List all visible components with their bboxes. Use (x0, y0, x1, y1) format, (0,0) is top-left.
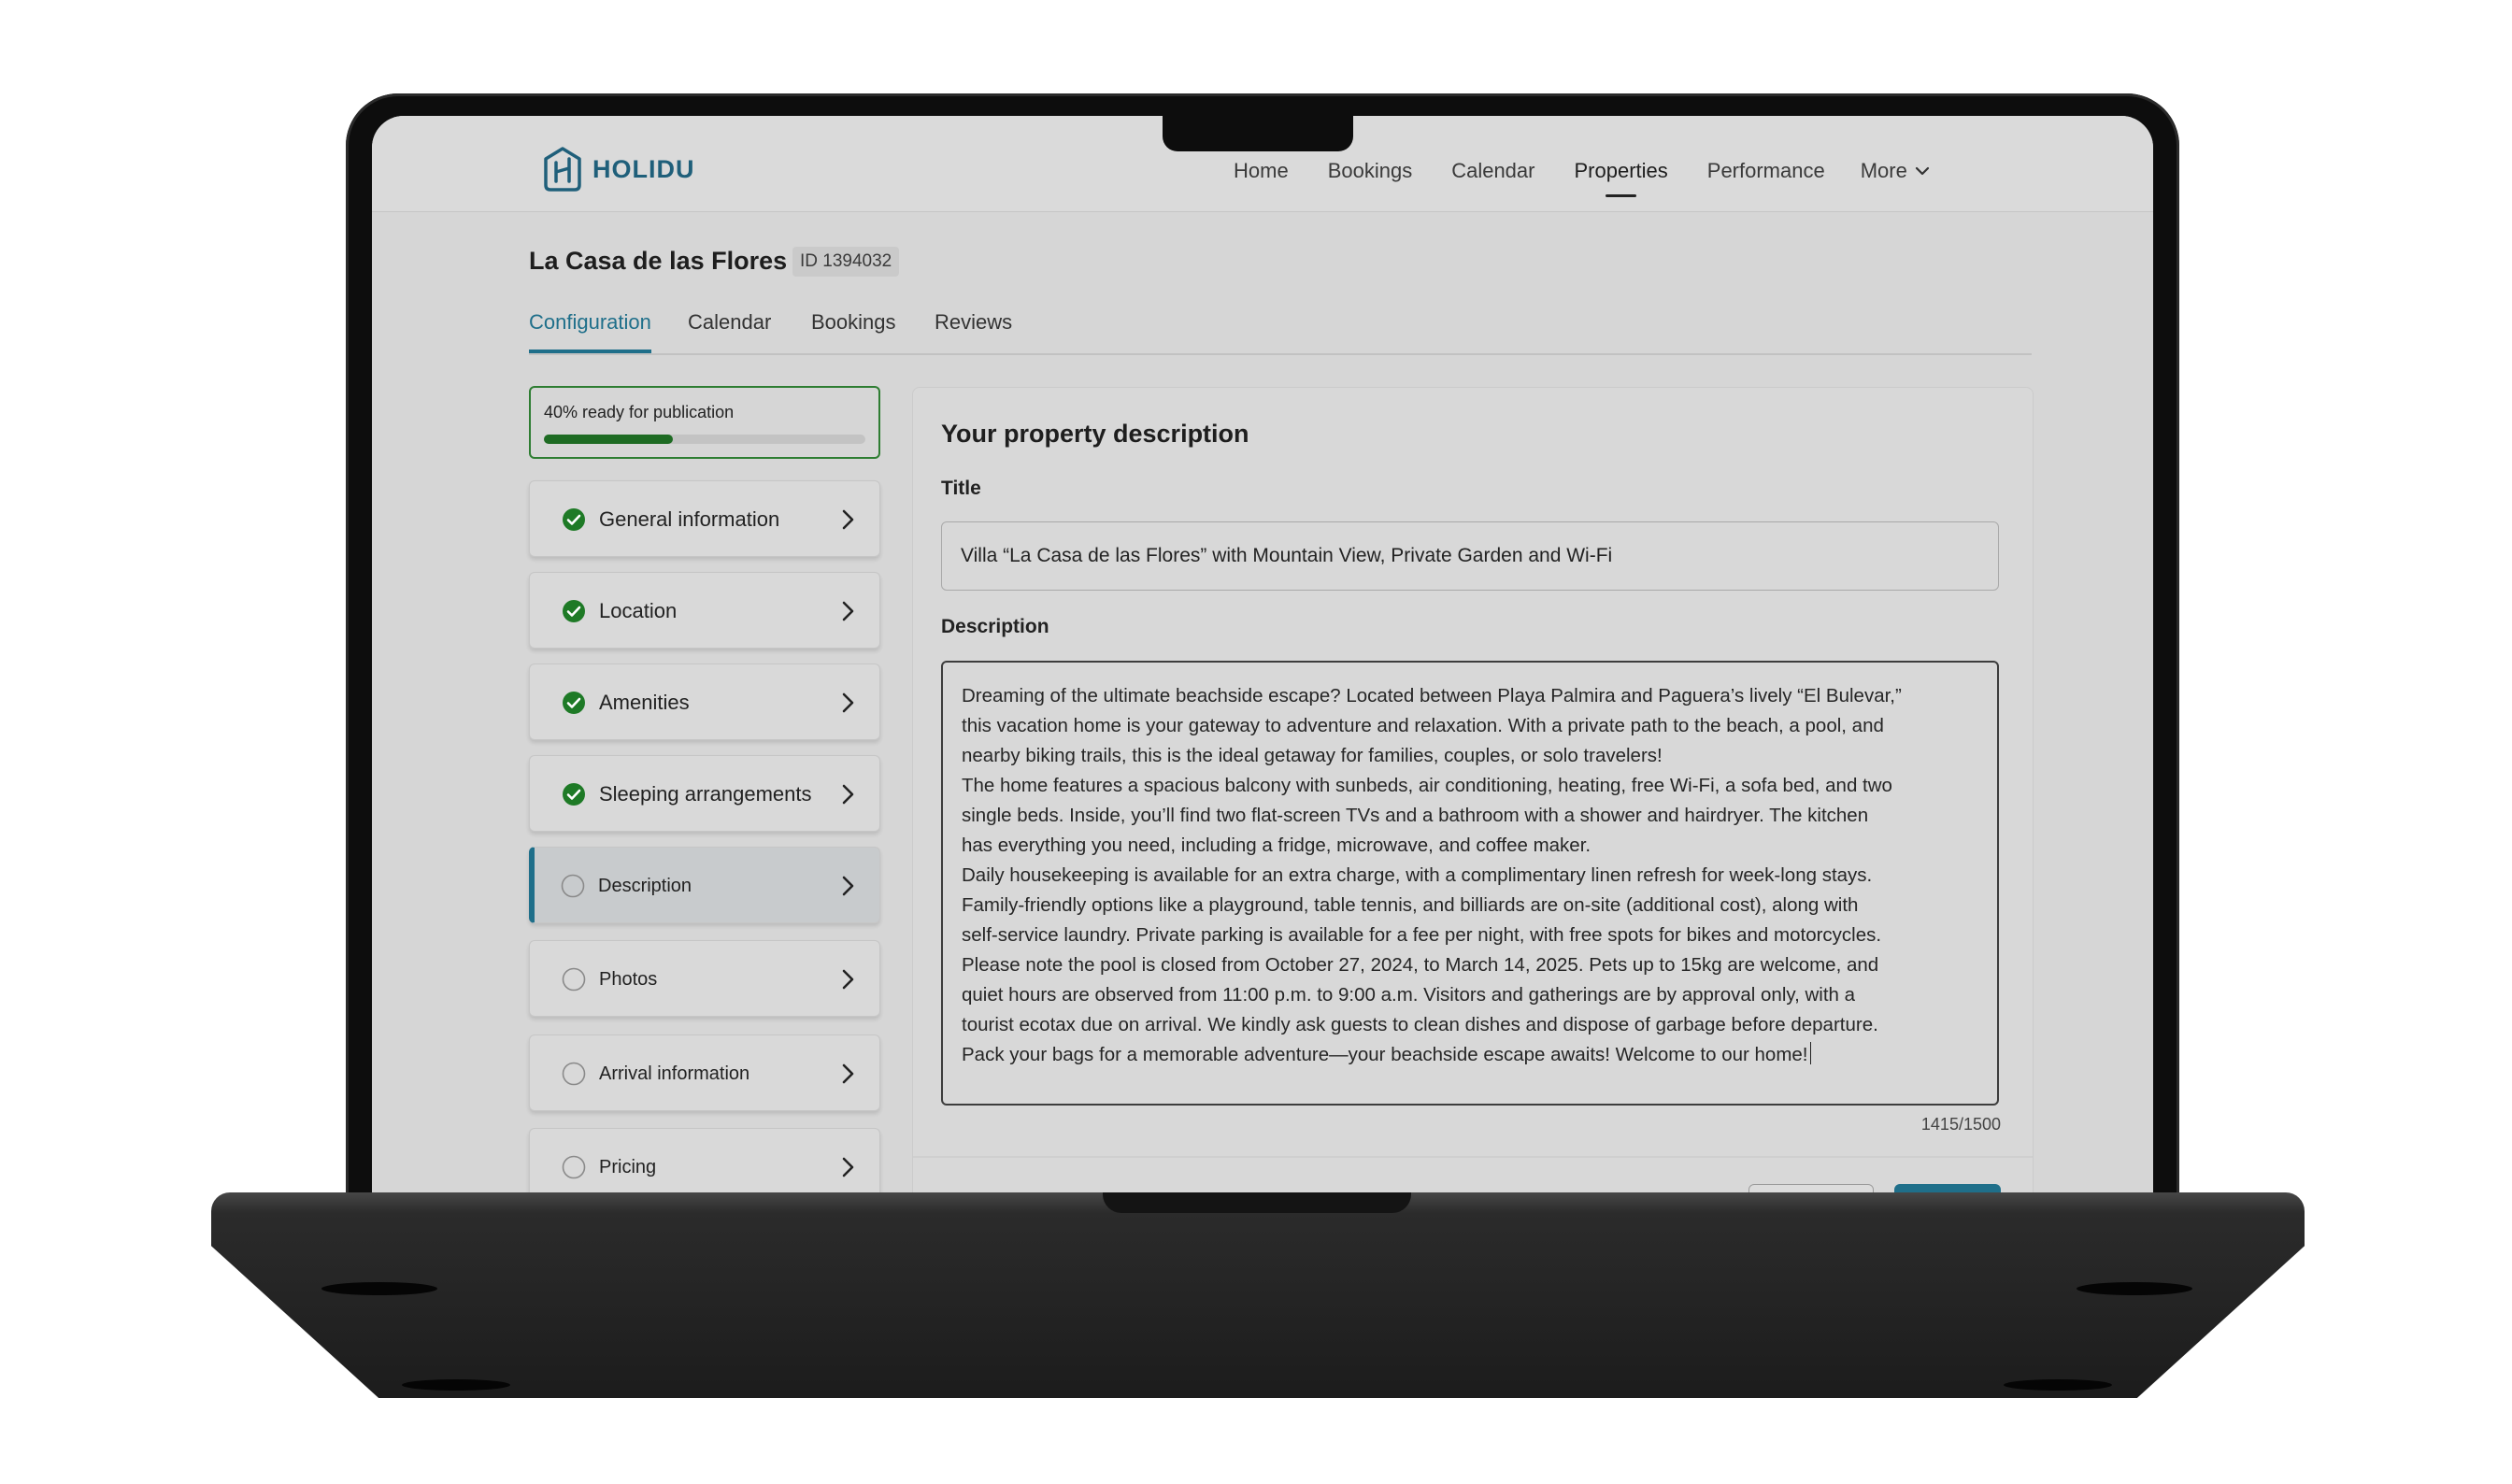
sidebar-item-label: General information (599, 507, 780, 531)
screen: HOLIDU Home Bookings Calendar Properties… (372, 116, 2153, 1206)
sidebar-item-location[interactable]: Location (529, 572, 880, 649)
sidebar-item-label: Description (598, 876, 692, 896)
card-heading: Your property description (941, 420, 1249, 448)
description-last-line: Pack your bags for a memorable adventure… (962, 1040, 1978, 1070)
empty-circle-icon (562, 1062, 586, 1086)
laptop-foot (2077, 1282, 2192, 1295)
chevron-right-icon (842, 1063, 854, 1084)
chevron-down-icon (1915, 166, 1929, 176)
chevron-right-icon (842, 509, 854, 530)
tab-configuration[interactable]: Configuration (529, 310, 651, 353)
description-line: Daily housekeeping is available for an e… (962, 864, 1873, 886)
check-circle-icon (563, 508, 585, 531)
nav-more-label: More (1860, 159, 1907, 182)
brand-name: HOLIDU (592, 154, 695, 183)
sidebar-item-label: Photos (599, 969, 658, 990)
check-circle-icon (563, 600, 585, 622)
description-label: Description (941, 616, 1049, 637)
sidebar-item-amenities[interactable]: Amenities (529, 664, 880, 740)
laptop-base-groove (1103, 1192, 1411, 1213)
sidebar-item-photos[interactable]: Photos (529, 940, 880, 1017)
nav-home[interactable]: Home (1234, 159, 1289, 183)
sidebar-item-label: Arrival information (599, 1063, 750, 1084)
sidebar-item-arrival-information[interactable]: Arrival information (529, 1035, 880, 1111)
description-line: The home features a spacious balcony wit… (962, 775, 1892, 796)
description-line: has everything you need, including a fri… (962, 835, 1591, 856)
empty-circle-icon (561, 874, 585, 898)
description-textarea[interactable]: Dreaming of the ultimate beachside escap… (941, 661, 1999, 1106)
chevron-right-icon (842, 969, 854, 990)
property-title: La Casa de las Flores (529, 247, 788, 275)
publication-progress-card: 40% ready for publication (529, 386, 880, 459)
chevron-right-icon (842, 876, 854, 896)
character-counter: 1415/1500 (1920, 1115, 2001, 1134)
description-line: self-service laundry. Private parking is… (962, 924, 1882, 946)
description-card: Your property description Title Villa “L… (912, 387, 2034, 1206)
laptop-foot (2004, 1379, 2112, 1391)
empty-circle-icon (562, 967, 586, 992)
nav-bookings[interactable]: Bookings (1328, 159, 1413, 183)
empty-circle-icon (562, 1155, 586, 1179)
description-line: Dreaming of the ultimate beachside escap… (962, 685, 1902, 706)
description-line: Please note the pool is closed from Octo… (962, 954, 1879, 976)
laptop-foot (321, 1282, 437, 1295)
card-footer-divider (913, 1156, 2033, 1158)
sidebar-item-description[interactable]: Description (529, 847, 880, 923)
tab-reviews[interactable]: Reviews (935, 310, 1012, 335)
laptop-base (211, 1192, 2305, 1398)
chevron-right-icon (842, 784, 854, 805)
property-id-badge: ID 1394032 (792, 247, 900, 277)
description-line: tourist ecotax due on arrival. We kindly… (962, 1014, 1878, 1035)
description-line: single beds. Inside, you’ll find two fla… (962, 805, 1869, 826)
progress-bar-fill (544, 435, 673, 444)
check-circle-icon (563, 692, 585, 714)
sidebar-item-label: Location (599, 599, 678, 622)
nav-performance[interactable]: Performance (1707, 159, 1825, 183)
sidebar-item-label: Sleeping arrangements (599, 782, 812, 806)
sidebar-item-sleeping-arrangements[interactable]: Sleeping arrangements (529, 755, 880, 832)
house-logo-icon (544, 147, 581, 192)
sidebar-item-general-information[interactable]: General information (529, 480, 880, 557)
progress-label: 40% ready for publication (544, 403, 735, 421)
laptop-foot (402, 1379, 510, 1391)
text-caret (1809, 1042, 1812, 1064)
description-line: this vacation home is your gateway to ad… (962, 715, 1884, 736)
description-line: quiet hours are observed from 11:00 p.m.… (962, 984, 1856, 1006)
description-line: nearby biking trails, this is the ideal … (962, 745, 1663, 766)
property-tabs: Configuration Calendar Bookings Reviews (529, 310, 2032, 355)
title-input[interactable]: Villa “La Casa de las Flores” with Mount… (941, 521, 1999, 591)
description-line: Family-friendly options like a playgroun… (962, 894, 1859, 916)
sidebar-item-label: Pricing (599, 1157, 657, 1177)
description-line: Pack your bags for a memorable adventure… (962, 1044, 1808, 1065)
chevron-right-icon (842, 1157, 854, 1177)
nav-calendar[interactable]: Calendar (1451, 159, 1534, 183)
progress-bar (544, 435, 865, 444)
title-label: Title (941, 478, 981, 499)
main-nav: Home Bookings Calendar Properties Perfor… (1234, 159, 1969, 197)
tab-bookings[interactable]: Bookings (811, 310, 896, 335)
sidebar-item-label: Amenities (599, 691, 690, 714)
camera-notch (1163, 112, 1353, 151)
chevron-right-icon (842, 692, 854, 713)
chevron-right-icon (842, 601, 854, 621)
nav-properties[interactable]: Properties (1574, 159, 1668, 197)
brand-logo[interactable]: HOLIDU (542, 146, 695, 193)
tab-calendar[interactable]: Calendar (688, 310, 771, 335)
check-circle-icon (563, 783, 585, 806)
nav-more[interactable]: More (1861, 159, 1930, 183)
